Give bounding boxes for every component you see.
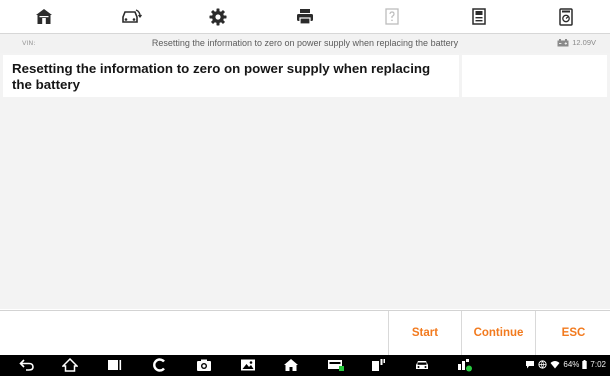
wifi-icon: [550, 361, 560, 369]
vehicle-swap-icon: [121, 9, 142, 23]
help-icon: [385, 8, 399, 25]
esc-button[interactable]: ESC: [535, 311, 610, 355]
screenshot-icon[interactable]: [240, 358, 256, 372]
vehicle-swap-button[interactable]: [87, 0, 174, 33]
top-toolbar: [0, 0, 610, 33]
status-area: 64% 7:02: [525, 360, 606, 369]
battery-voltage-value: 12.09V: [572, 38, 596, 47]
vci-connection-icon[interactable]: [327, 358, 345, 372]
system-navigation-bar: 64% 7:02: [0, 355, 610, 376]
screen-capture-icon[interactable]: [152, 358, 168, 372]
page-heading: Resetting the information to zero on pow…: [12, 61, 431, 92]
android-home-icon[interactable]: [62, 358, 78, 372]
main-content: Resetting the information to zero on pow…: [0, 53, 610, 309]
car-icon[interactable]: [414, 358, 430, 372]
recent-apps-icon[interactable]: [107, 358, 123, 372]
heading-cell: Resetting the information to zero on pow…: [3, 55, 459, 97]
heading-side-cell: [462, 55, 607, 97]
start-button[interactable]: Start: [388, 311, 461, 355]
message-icon: [526, 361, 535, 369]
network-status-icon[interactable]: [456, 358, 474, 372]
info-bar: VIN: Resetting the information to zero o…: [0, 34, 610, 53]
globe-icon: [538, 360, 548, 369]
camera-icon[interactable]: [196, 358, 212, 372]
print-button[interactable]: [261, 0, 348, 33]
save-button[interactable]: [436, 0, 523, 33]
clock: 7:02: [590, 360, 606, 369]
battery-voltage: 12.09V: [557, 38, 596, 47]
home-icon: [35, 9, 52, 24]
diagnostic-connector-icon[interactable]: [370, 358, 386, 372]
save-icon: [472, 8, 487, 25]
battery-percent: 64%: [563, 360, 580, 369]
help-button[interactable]: [349, 0, 436, 33]
print-icon: [296, 9, 313, 25]
car-battery-icon: [557, 38, 569, 46]
data-logging-icon: [559, 7, 574, 26]
settings-button[interactable]: [174, 0, 261, 33]
back-icon[interactable]: [19, 358, 35, 372]
home-button[interactable]: [0, 0, 87, 33]
footer-bar: Start Continue ESC: [0, 310, 610, 355]
data-logging-button[interactable]: [523, 0, 610, 33]
continue-button[interactable]: Continue: [461, 311, 535, 355]
function-title: Resetting the information to zero on pow…: [151, 38, 459, 48]
autel-home-icon[interactable]: [283, 358, 299, 372]
settings-gear-icon: [209, 8, 227, 25]
device-battery-icon: [582, 360, 588, 369]
